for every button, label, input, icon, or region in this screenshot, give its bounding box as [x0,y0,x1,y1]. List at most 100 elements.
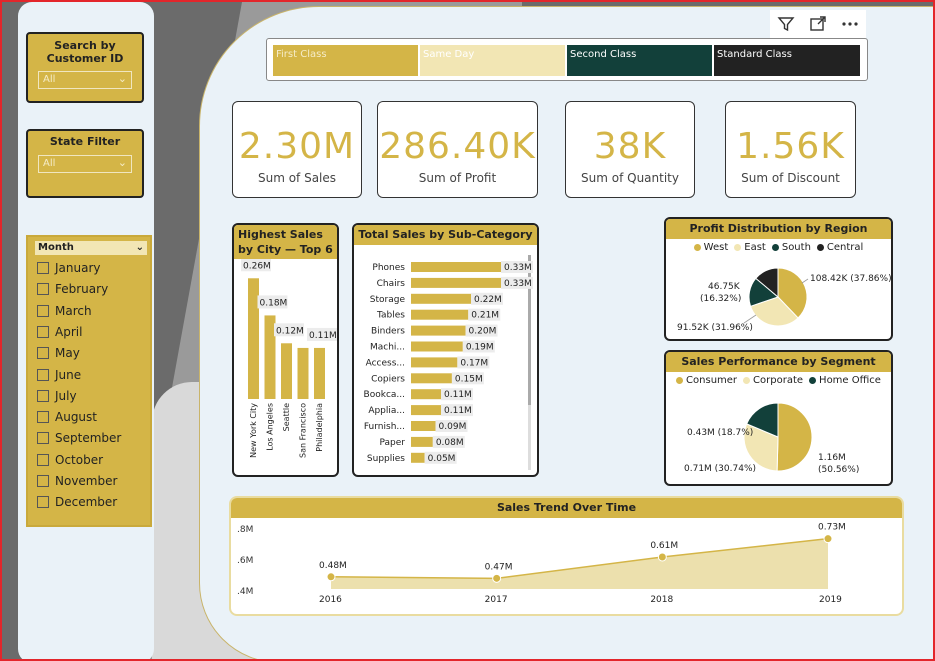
data-label: 0.15M [455,374,483,384]
city-tick-label: Seattle [282,403,291,431]
x-tick-label: 2016 [319,595,342,605]
month-slicer-header[interactable]: Month ⌄ [35,241,147,255]
legend-item[interactable]: Home Office [809,375,881,386]
month-label: August [55,410,97,425]
checkbox[interactable] [37,304,49,317]
month-label: September [55,431,122,446]
kpi-card-quantity: 38K Sum of Quantity [565,101,695,198]
customer-id-slicer: Search by Customer ID All ⌄ [26,32,144,103]
checkbox[interactable] [37,411,49,424]
data-label: 0.71M (30.74%) [684,464,756,474]
checkbox[interactable] [37,325,49,338]
more-options-icon[interactable] [839,13,861,35]
trend-point [326,572,336,582]
data-label: 0.22M [474,295,502,305]
kpi-label: Sum of Profit [418,171,497,185]
checkbox[interactable] [37,496,49,509]
city-tick-label: Los Angeles [266,403,275,451]
legend-label: West [703,242,729,253]
x-tick-label: 2018 [650,595,673,605]
legend-item[interactable]: Central [816,242,863,253]
checkbox[interactable] [37,262,49,274]
month-option-september[interactable]: September [37,430,121,446]
ship-tile-same-day[interactable]: Same Day [420,45,565,76]
data-label: 0.12M [276,326,304,336]
city-bar [281,343,292,399]
y-tick-label: .6M [237,556,253,566]
month-option-january[interactable]: January [37,260,101,276]
ship-tile-first-class[interactable]: First Class [273,45,418,76]
month-option-february[interactable]: February [37,281,108,297]
subcat-bar [411,373,452,384]
subcat-tick-label: Chairs [377,279,406,289]
month-label: December [55,495,118,510]
checkbox[interactable] [37,432,49,445]
filter-icon[interactable] [775,13,797,35]
chevron-down-icon: ⌄ [117,156,127,169]
legend-item[interactable]: Consumer [676,375,737,386]
leader-line [801,278,809,284]
trend-point [492,573,502,583]
month-option-june[interactable]: June [37,367,81,383]
subcat-bar [411,277,501,288]
data-label: 0.20M [469,327,497,337]
legend-marker [816,244,824,251]
kpi-value: 286.40K [379,126,536,167]
subcat-bar [411,325,466,336]
legend-marker [734,244,742,251]
legend-marker [809,377,817,384]
checkbox[interactable] [37,453,49,466]
month-option-november[interactable]: November [37,473,117,489]
ship-tile-label: Second Class [570,49,637,60]
legend-item[interactable]: West [693,242,729,253]
customer-id-dropdown[interactable]: All ⌄ [38,71,132,89]
month-label: November [55,474,118,488]
region-profit-chart: Profit Distribution by Region West East So… [664,217,893,341]
subcat-tick-label: Storage [370,295,406,305]
city-bar [264,315,276,399]
kpi-card-discount: 1.56K Sum of Discount [725,101,856,198]
data-label: 0.05M [428,454,456,464]
checkbox[interactable] [37,347,49,360]
subcat-tick-label: Furnish... [364,422,405,432]
month-option-april[interactable]: April [37,324,82,340]
month-label: February [55,282,109,297]
month-option-july[interactable]: July [37,388,77,404]
data-label: 0.47M [485,562,513,572]
checkbox[interactable] [37,368,49,381]
subcat-tick-label: Supplies [367,454,405,464]
focus-mode-icon[interactable] [807,13,829,35]
ship-tile-second-class[interactable]: Second Class [567,45,712,76]
state-dropdown[interactable]: All ⌄ [38,155,132,173]
data-label: 0.17M [460,358,488,368]
legend-marker [771,244,779,251]
data-label: 0.26M [243,261,271,271]
segment-pie-svg: 1.16M (50.56%) 0.71M (30.74%) 0.43M (18.7%) [684,402,859,475]
city-bar-svg: 0.26M New York City 0.18M Los Angeles 0.12M S… [241,258,337,458]
checkbox[interactable] [37,475,49,487]
subcat-bar [411,421,436,431]
checkbox[interactable] [37,389,49,402]
month-label: March [55,303,92,318]
legend-item[interactable]: East [734,242,766,253]
legend-label: Consumer [686,375,738,386]
data-label: 0.11M [309,331,337,341]
kpi-card-profit: 286.40K Sum of Profit [377,101,538,198]
checkbox[interactable] [37,283,49,296]
month-option-october[interactable]: October [37,452,103,468]
state-filter-slicer: State Filter All ⌄ [26,129,144,198]
legend-item[interactable]: South [771,242,811,253]
legend-item[interactable]: Corporate [743,375,803,386]
month-option-december[interactable]: December [37,494,117,510]
subcat-tick-label: Paper [380,438,406,448]
month-option-august[interactable]: August [37,409,97,425]
y-tick-label: .8M [237,525,253,535]
subcat-tick-label: Access... [366,358,405,368]
month-option-may[interactable]: May [37,345,80,361]
customer-dropdown-value: All [43,74,56,85]
data-label: 1.16M [818,453,846,463]
data-label: 46.75K [708,282,741,292]
month-option-march[interactable]: March [37,303,92,319]
subcat-tick-label: Phones [372,263,405,273]
ship-tile-standard-class[interactable]: Standard Class [714,45,860,76]
